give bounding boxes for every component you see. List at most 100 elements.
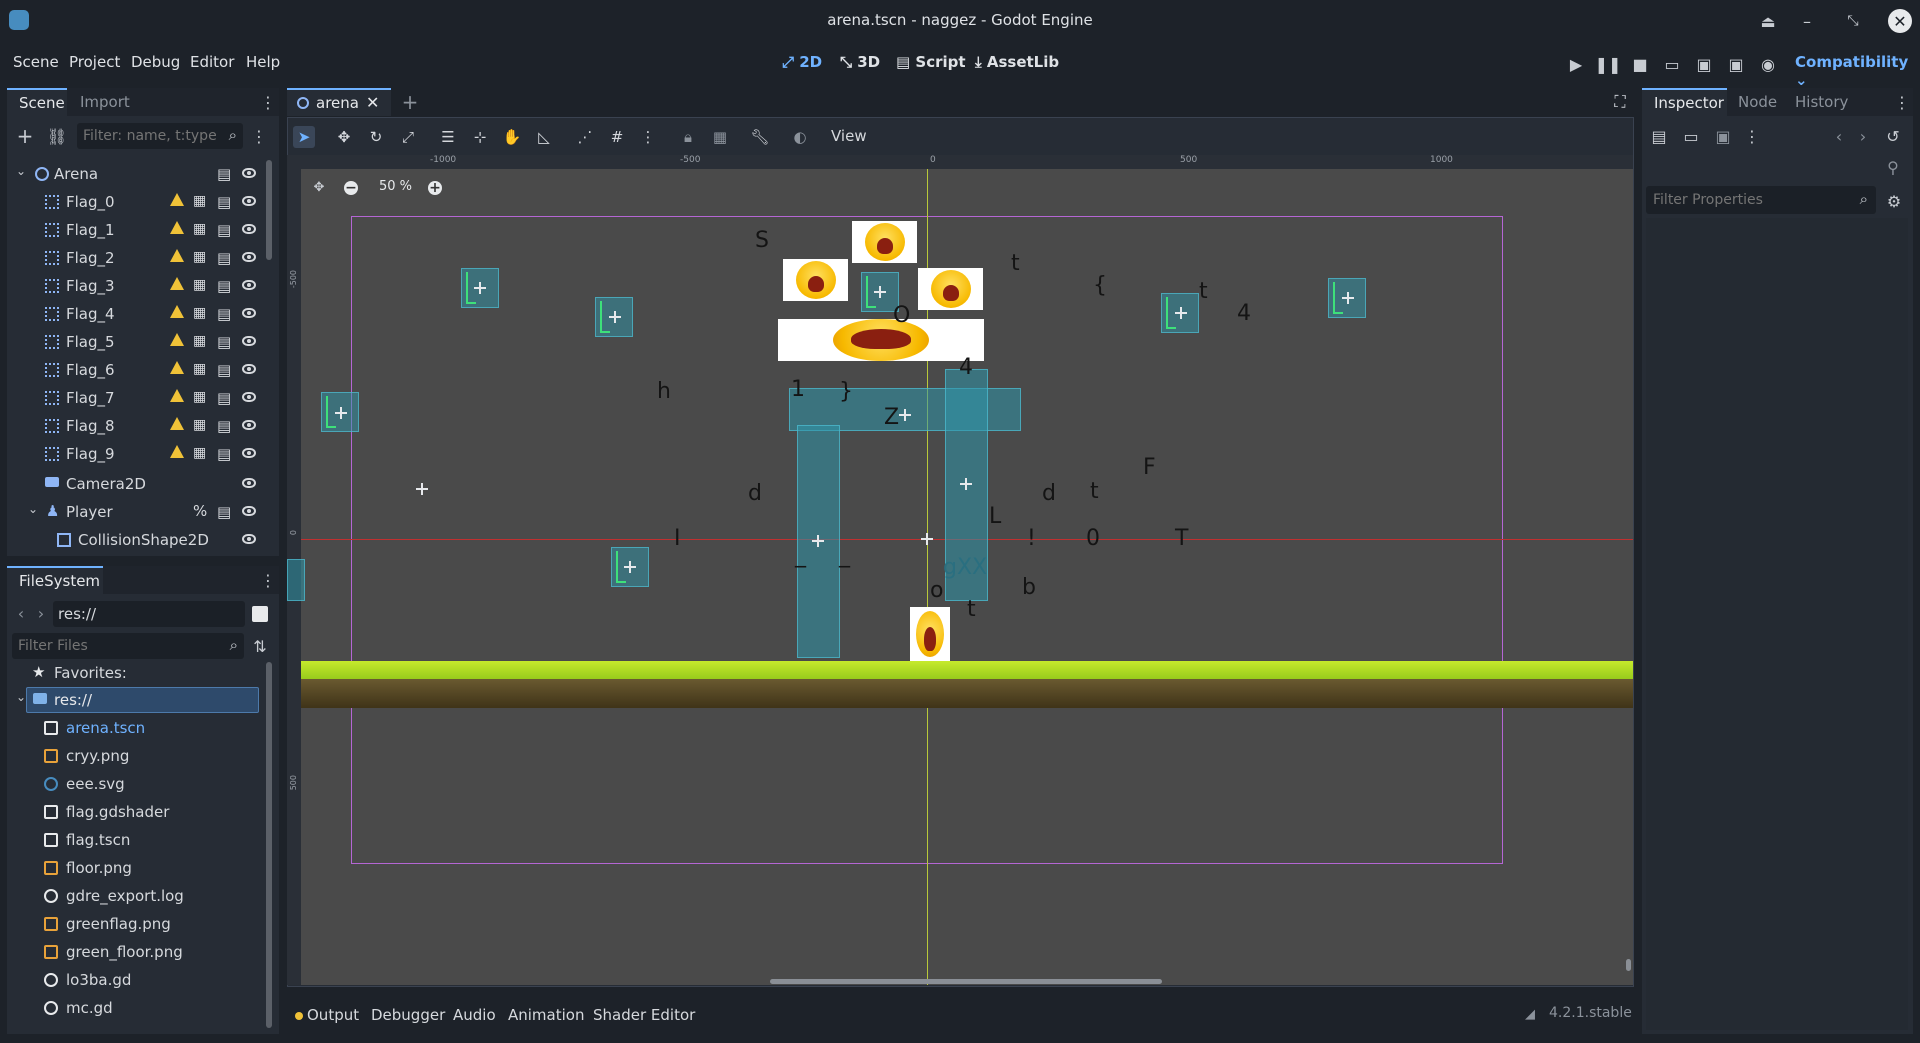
visibility-icon[interactable]	[242, 478, 256, 488]
label-letter[interactable]: 1	[791, 377, 805, 402]
pivot-marker[interactable]	[474, 282, 486, 294]
workspace-script-button[interactable]: ▤ Script	[896, 53, 966, 71]
zoom-out-icon[interactable]: −	[344, 180, 358, 196]
tab-animation[interactable]: Animation	[508, 1006, 584, 1024]
script-icon[interactable]: ▤	[217, 165, 231, 183]
close-tab-icon[interactable]: ✕	[366, 93, 379, 112]
warning-icon[interactable]	[170, 389, 184, 402]
forward-icon[interactable]: ›	[34, 602, 48, 624]
file-item[interactable]: floor.png	[26, 855, 266, 881]
label-letter[interactable]: Z	[884, 405, 899, 430]
tree-row-flag[interactable]: Flag_2 ▦ ▤	[10, 245, 265, 271]
visibility-icon[interactable]	[242, 168, 256, 178]
warning-icon[interactable]	[170, 249, 184, 262]
crying-emoji-sprite-large[interactable]	[778, 319, 984, 361]
tree-row-arena[interactable]: ⌄ Arena ▤	[10, 161, 265, 187]
collision-box[interactable]	[287, 559, 305, 601]
warning-icon[interactable]	[170, 221, 184, 234]
pan-tool-icon[interactable]: ✋	[501, 126, 523, 148]
pivot-marker[interactable]	[812, 535, 824, 547]
menu-scene[interactable]: Scene	[13, 53, 59, 71]
file-item[interactable]: green_floor.png	[26, 939, 266, 965]
tree-row-flag[interactable]: Flag_1 ▦ ▤	[10, 217, 265, 243]
crying-emoji-sprite[interactable]	[783, 259, 848, 301]
visibility-icon[interactable]	[242, 252, 256, 262]
visibility-icon[interactable]	[242, 364, 256, 374]
viewport-v-scrollbar[interactable]	[1626, 959, 1631, 971]
resource-options-icon[interactable]: ⋮	[1744, 125, 1760, 147]
instance-icon[interactable]: ▦	[193, 305, 206, 321]
label-letter[interactable]: d	[748, 481, 762, 506]
file-item[interactable]: cryy.png	[26, 743, 266, 769]
visibility-icon[interactable]	[242, 506, 256, 516]
label-letter[interactable]: I	[674, 526, 681, 551]
tab-shader-editor[interactable]: Shader Editor	[593, 1006, 695, 1024]
move-tool-icon[interactable]: ✥	[333, 126, 355, 148]
label-letter[interactable]: L	[989, 504, 1001, 529]
visibility-icon[interactable]	[242, 280, 256, 290]
tree-row-camera2d[interactable]: Camera2D	[10, 471, 265, 497]
instance-icon[interactable]: ▦	[193, 277, 206, 293]
pivot-marker[interactable]	[960, 478, 972, 490]
tab-scene[interactable]: Scene	[7, 88, 67, 116]
workspace-3d-button[interactable]: ⤡ 3D	[840, 53, 880, 71]
pivot-marker[interactable]	[1175, 307, 1187, 319]
pause-icon[interactable]: ❚❚	[1595, 53, 1622, 75]
play-scene-icon[interactable]: ▣	[1693, 53, 1715, 75]
warning-icon[interactable]	[170, 361, 184, 374]
file-item[interactable]: arena.tscn	[26, 715, 266, 741]
tab-output[interactable]: Output	[307, 1006, 359, 1024]
label-letter[interactable]: _	[795, 543, 806, 568]
chevron-down-icon[interactable]: ⌄	[16, 690, 26, 704]
file-item[interactable]: flag.gdshader	[26, 799, 266, 825]
visibility-icon[interactable]	[242, 534, 256, 544]
label-letter[interactable]: t	[1199, 279, 1208, 304]
add-node-icon[interactable]: +	[14, 124, 36, 148]
path-field[interactable]: res://	[53, 601, 245, 627]
restore-icon[interactable]: ⤡	[1842, 10, 1864, 32]
instance-icon[interactable]: ▦	[193, 417, 206, 433]
smart-snap-icon[interactable]: ⋰	[574, 126, 596, 148]
menu-editor[interactable]: Editor	[190, 53, 234, 71]
lock-icon[interactable]: 🔒︎	[677, 126, 699, 148]
label-letter[interactable]: b	[1022, 575, 1036, 600]
pivot-marker[interactable]	[416, 483, 428, 495]
viewport-canvas[interactable]: -1000 -500 0 500 1000 -500 0 500 ✥ − 50 …	[287, 155, 1633, 985]
script-icon[interactable]: ▤	[217, 389, 231, 407]
res-root-row[interactable]: ⌄ res://	[12, 687, 261, 713]
dock-menu-icon[interactable]: ⋮	[1894, 92, 1910, 112]
cull-icon[interactable]: ◐	[789, 126, 811, 148]
instance-icon[interactable]: ▦	[193, 361, 206, 377]
label-letter[interactable]: t	[1090, 479, 1099, 504]
visibility-icon[interactable]	[242, 448, 256, 458]
back-icon[interactable]: ‹	[14, 602, 28, 624]
close-icon[interactable]: ✕	[1888, 9, 1912, 33]
pivot-marker[interactable]	[899, 409, 911, 421]
unique-name-badge[interactable]: %	[193, 502, 207, 520]
file-item[interactable]: gdre_export.log	[26, 883, 266, 909]
instance-icon[interactable]: ▦	[193, 389, 206, 405]
script-icon[interactable]: ▤	[217, 361, 231, 379]
inspector-options-icon[interactable]: ⚙	[1884, 190, 1904, 212]
pivot-marker[interactable]	[335, 407, 347, 419]
crying-emoji-sprite[interactable]	[918, 268, 983, 310]
viewport-h-scrollbar[interactable]	[770, 979, 1162, 984]
warning-icon[interactable]	[170, 417, 184, 430]
file-item[interactable]: eee.svg	[26, 771, 266, 797]
tab-inspector[interactable]: Inspector	[1642, 88, 1727, 116]
menu-help[interactable]: Help	[246, 53, 280, 71]
instance-icon[interactable]: ▦	[193, 445, 206, 461]
tab-filesystem[interactable]: FileSystem	[7, 566, 103, 594]
pivot-tool-icon[interactable]: ⊹	[469, 126, 491, 148]
warning-icon[interactable]	[170, 305, 184, 318]
back-icon[interactable]: ‹	[1832, 125, 1846, 147]
add-tab-icon[interactable]: +	[400, 90, 420, 114]
tree-row-flag[interactable]: Flag_7 ▦ ▤	[10, 385, 265, 411]
script-icon[interactable]: ▤	[217, 445, 231, 463]
inspector-filter-field[interactable]: ⌕	[1646, 186, 1876, 214]
pivot-marker[interactable]	[1342, 292, 1354, 304]
rotate-tool-icon[interactable]: ↻	[365, 126, 387, 148]
script-icon[interactable]: ▤	[217, 417, 231, 435]
play-custom-scene-icon[interactable]: ▣	[1725, 53, 1747, 75]
pivot-marker[interactable]	[624, 561, 636, 573]
